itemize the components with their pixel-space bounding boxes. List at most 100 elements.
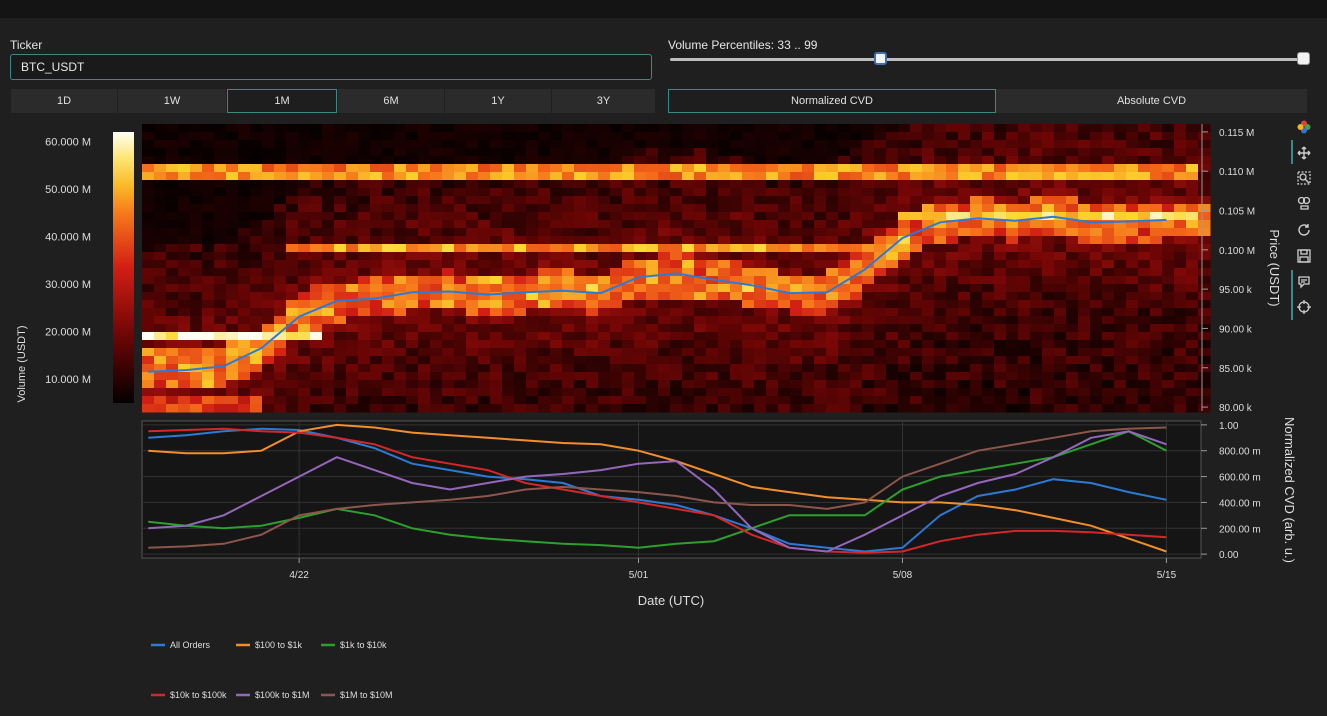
heatmap-cell	[910, 332, 923, 341]
heatmap-cell	[502, 316, 515, 325]
heatmap-cell	[310, 132, 323, 141]
heatmap-cell	[274, 284, 287, 293]
heatmap-cell	[1054, 388, 1067, 397]
heatmap-cell	[334, 244, 347, 253]
heatmap-cell	[910, 140, 923, 149]
heatmap-cell	[514, 124, 527, 133]
bokeh-logo-icon[interactable]	[1295, 118, 1313, 136]
box-zoom-icon[interactable]	[1295, 169, 1313, 187]
heatmap-cell	[1198, 228, 1211, 237]
heatmap-cell	[382, 268, 395, 277]
heatmap-cell	[1186, 348, 1199, 357]
heatmap-cell	[574, 180, 587, 189]
heatmap-cell	[490, 180, 503, 189]
heatmap-cell	[718, 324, 731, 333]
heatmap-cell	[394, 164, 407, 173]
heatmap-cell	[922, 388, 935, 397]
heatmap-cell	[358, 380, 371, 389]
price-axis-title: Price (USDT)	[1267, 229, 1282, 306]
heatmap-cell	[622, 340, 635, 349]
heatmap-cell	[646, 212, 659, 221]
heatmap-cell	[202, 140, 215, 149]
heatmap-cell	[610, 316, 623, 325]
crosshair-icon[interactable]	[1295, 298, 1313, 316]
heatmap-cell	[346, 156, 359, 165]
save-icon[interactable]	[1295, 247, 1313, 265]
heatmap-cell	[994, 348, 1007, 357]
heatmap-cell	[1174, 228, 1187, 237]
heatmap-cell	[238, 180, 251, 189]
heatmap-cell	[982, 396, 995, 405]
heatmap-cell	[946, 388, 959, 397]
heatmap-cell	[466, 404, 479, 413]
pan-icon[interactable]	[1295, 144, 1313, 162]
heatmap-cell	[802, 124, 815, 133]
heatmap-cell	[1066, 388, 1079, 397]
heatmap-cell	[646, 124, 659, 133]
heatmap-cell	[226, 324, 239, 333]
heatmap-cell	[574, 172, 587, 181]
heatmap-cell	[958, 268, 971, 277]
heatmap-cell	[334, 228, 347, 237]
heatmap-cell	[694, 204, 707, 213]
heatmap-cell	[394, 140, 407, 149]
heatmap-cell	[466, 356, 479, 365]
heatmap-cell	[1126, 156, 1139, 165]
heatmap-cell	[1126, 404, 1139, 413]
heatmap-cell	[634, 244, 647, 253]
chart-canvas[interactable]: 80.00 k85.00 k90.00 k95.00 k0.100 M0.105…	[0, 0, 1327, 716]
heatmap-cell	[190, 268, 203, 277]
heatmap-cell	[610, 196, 623, 205]
heatmap-cell	[1066, 284, 1079, 293]
heatmap-cell	[538, 196, 551, 205]
heatmap-cell	[694, 180, 707, 189]
heatmap-cell	[154, 252, 167, 261]
wheel-zoom-icon[interactable]	[1295, 194, 1313, 212]
heatmap-cell	[634, 292, 647, 301]
heatmap-cell	[802, 228, 815, 237]
heatmap-cell	[574, 156, 587, 165]
heatmap-cell	[1174, 404, 1187, 413]
hover-icon[interactable]	[1295, 273, 1313, 291]
heatmap-cell	[1162, 196, 1175, 205]
heatmap-cell	[430, 292, 443, 301]
heatmap-cell	[754, 148, 767, 157]
heatmap-cell	[538, 332, 551, 341]
heatmap-cell	[790, 404, 803, 413]
heatmap-cell	[154, 244, 167, 253]
heatmap-cell	[718, 332, 731, 341]
heatmap-cell	[262, 316, 275, 325]
heatmap-cell	[214, 324, 227, 333]
heatmap-cell	[946, 332, 959, 341]
heatmap-cell	[706, 140, 719, 149]
heatmap-cell	[886, 404, 899, 413]
heatmap-cell	[334, 140, 347, 149]
heatmap-cell	[970, 244, 983, 253]
heatmap-cell	[1090, 132, 1103, 141]
heatmap-cell	[598, 340, 611, 349]
heatmap-cell	[1198, 140, 1211, 149]
heatmap-cell	[442, 356, 455, 365]
heatmap-cell	[718, 372, 731, 381]
heatmap-cell	[274, 356, 287, 365]
heatmap-cell	[478, 172, 491, 181]
price-tick-label: 90.00 k	[1219, 324, 1253, 335]
heatmap-cell	[1006, 396, 1019, 405]
heatmap-cell	[1162, 244, 1175, 253]
heatmap-cell	[238, 196, 251, 205]
heatmap-cell	[730, 284, 743, 293]
reset-icon[interactable]	[1295, 221, 1313, 239]
heatmap-cell	[982, 284, 995, 293]
heatmap-cell	[490, 164, 503, 173]
heatmap-cell	[790, 332, 803, 341]
heatmap-cell	[1054, 364, 1067, 373]
heatmap-cell	[874, 364, 887, 373]
heatmap-cell	[346, 380, 359, 389]
heatmap-cell	[430, 276, 443, 285]
heatmap-cell	[922, 340, 935, 349]
heatmap-cell	[490, 244, 503, 253]
heatmap-cell	[1198, 396, 1211, 405]
heatmap-cell	[970, 124, 983, 133]
heatmap-cell	[526, 212, 539, 221]
heatmap-cell	[706, 292, 719, 301]
